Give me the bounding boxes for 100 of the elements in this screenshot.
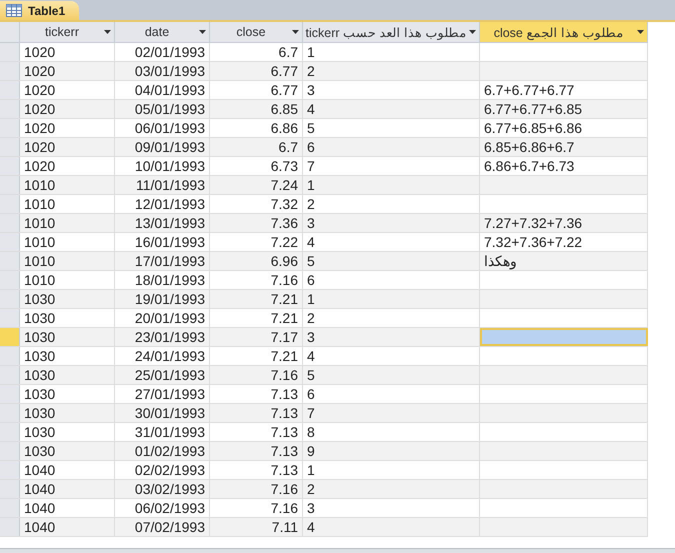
table-cell: 20/01/1993 <box>134 310 205 326</box>
row-selector[interactable] <box>0 480 20 498</box>
table-cell: 7.32+7.36+7.22 <box>484 234 582 250</box>
table-cell: 11/01/1993 <box>136 177 205 193</box>
table-cell: 2 <box>307 481 315 497</box>
table-tab[interactable]: Table1 <box>0 1 80 20</box>
table-cell: 1030 <box>24 367 56 383</box>
table-cell: 27/01/1993 <box>134 386 205 402</box>
row-selector[interactable] <box>0 290 20 308</box>
table-cell: 3 <box>307 82 315 98</box>
table-cell: 4 <box>307 519 315 535</box>
table-cell: 6.85 <box>270 101 298 117</box>
row-selector[interactable] <box>0 499 20 517</box>
table-cell: 7.27+7.32+7.36 <box>484 215 582 231</box>
table-cell: 1030 <box>24 348 56 364</box>
table-cell: 06/02/1993 <box>134 500 205 516</box>
table-cell: 6.96 <box>270 253 298 269</box>
column-header[interactable]: tickerr <box>20 22 115 42</box>
table-cell: 7.13 <box>270 462 298 478</box>
table-cell: 6 <box>307 139 315 155</box>
column-header[interactable]: مطلوب هذا الجمع close <box>480 22 648 42</box>
table-cell: 7.21 <box>270 348 298 364</box>
table-cell: 13/01/1993 <box>134 215 205 231</box>
table-cell: 7.11 <box>272 519 298 535</box>
table-cell: 6.77 <box>270 82 298 98</box>
table-cell: 7.17 <box>270 329 298 345</box>
row-selector[interactable] <box>0 81 20 99</box>
table-cell: 7.36 <box>270 215 298 231</box>
table-cell: 7.16 <box>270 272 298 288</box>
table-cell: 6.77+6.77+6.85 <box>484 101 582 117</box>
row-selector[interactable] <box>0 62 20 80</box>
table-cell: 02/01/1993 <box>134 44 205 60</box>
row-selector[interactable] <box>0 461 20 479</box>
table-cell: 1010 <box>24 177 56 193</box>
table-cell: 6.7 <box>278 44 298 60</box>
table-cell: 1030 <box>24 443 56 459</box>
table-cell: 5 <box>307 367 315 383</box>
table-cell: 7.32 <box>270 196 298 212</box>
dropdown-arrow-icon[interactable] <box>469 30 476 34</box>
row-selector[interactable] <box>0 43 20 61</box>
row-selector[interactable] <box>0 309 20 327</box>
table-cell: 1040 <box>24 519 56 535</box>
row-selector[interactable] <box>0 366 20 384</box>
table-cell: 7 <box>307 158 315 174</box>
table-cell: 6.73 <box>270 158 298 174</box>
table-cell: 1030 <box>24 291 56 307</box>
column-header[interactable]: close <box>210 22 303 42</box>
table-cell: 1 <box>307 177 315 193</box>
row-selector[interactable] <box>0 252 20 270</box>
row-selector[interactable] <box>0 176 20 194</box>
row-selector[interactable] <box>0 442 20 460</box>
table-cell: 2 <box>307 310 315 326</box>
row-selector[interactable] <box>0 271 20 289</box>
table-cell: 9 <box>307 443 315 459</box>
table-cell: 7.16 <box>270 481 298 497</box>
table-cell: 7.13 <box>270 424 298 440</box>
table-cell[interactable] <box>480 328 648 346</box>
table-cell: 1 <box>307 291 315 307</box>
row-selector[interactable] <box>0 195 20 213</box>
column-header[interactable]: date <box>115 22 210 42</box>
table-cell: 1020 <box>24 101 56 117</box>
row-selector[interactable] <box>0 119 20 137</box>
row-selector[interactable] <box>0 233 20 251</box>
row-selector[interactable] <box>0 423 20 441</box>
table-cell: 7 <box>307 405 315 421</box>
table-cell: 6.7+6.77+6.77 <box>484 82 574 98</box>
row-selector[interactable] <box>0 157 20 175</box>
table-cell: 7.24 <box>270 177 298 193</box>
table-cell: 4 <box>307 234 315 250</box>
table-cell: 5 <box>307 253 315 269</box>
table-cell: 03/02/1993 <box>134 481 205 497</box>
table-cell: 7.13 <box>270 405 298 421</box>
table-cell: 7.21 <box>270 291 298 307</box>
table-cell: 4 <box>307 101 315 117</box>
row-selector[interactable] <box>0 214 20 232</box>
table-cell: 6.86+6.7+6.73 <box>484 158 574 174</box>
table-cell: 6.85+6.86+6.7 <box>484 139 574 155</box>
row-selector[interactable] <box>0 404 20 422</box>
dropdown-arrow-icon[interactable] <box>292 30 299 34</box>
table-cell: 6.77 <box>270 63 298 79</box>
dropdown-arrow-icon[interactable] <box>199 30 206 34</box>
table-cell: 23/01/1993 <box>134 329 205 345</box>
dropdown-arrow-icon[interactable] <box>637 30 644 34</box>
row-selector[interactable] <box>0 385 20 403</box>
table-cell: 5 <box>307 120 315 136</box>
table-cell: 1010 <box>24 272 56 288</box>
table-cell: 1010 <box>24 196 56 212</box>
table-cell: 30/01/1993 <box>134 405 205 421</box>
row-selector[interactable] <box>0 328 20 346</box>
table-cell: 1010 <box>24 215 56 231</box>
table-cell: 1010 <box>24 234 56 250</box>
row-selector[interactable] <box>0 138 20 156</box>
table-cell: 3 <box>307 215 315 231</box>
table-cell: 17/01/1993 <box>134 253 205 269</box>
row-selector[interactable] <box>0 347 20 365</box>
table-cell: 1 <box>307 44 315 60</box>
dropdown-arrow-icon[interactable] <box>104 30 111 34</box>
table-cell: 10/01/1993 <box>134 158 205 174</box>
row-selector[interactable] <box>0 100 20 118</box>
row-selector[interactable] <box>0 518 20 536</box>
